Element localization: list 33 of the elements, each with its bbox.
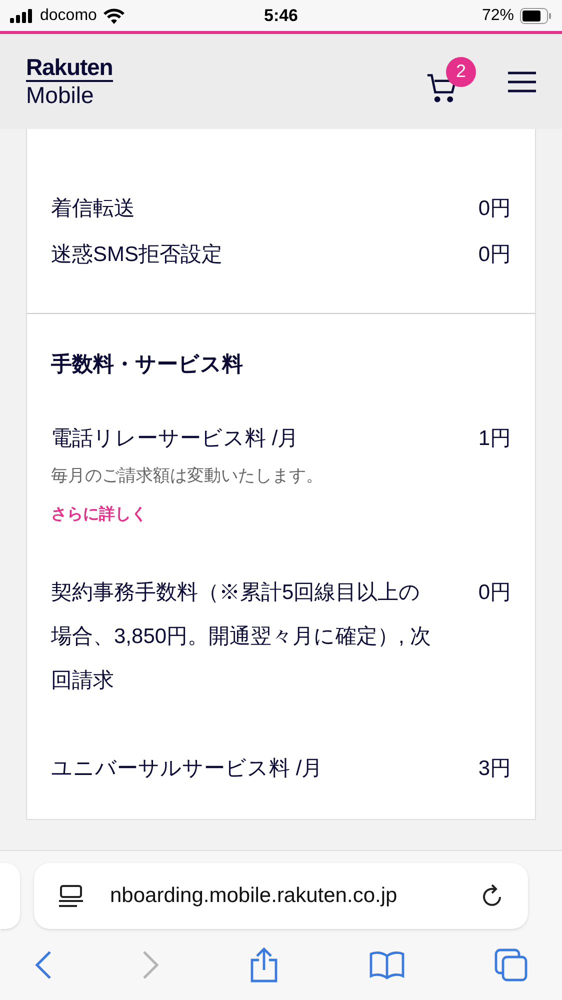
- fee-price: 0円: [478, 580, 511, 606]
- address-bar[interactable]: nboarding.mobile.rakuten.co.jp: [34, 863, 528, 929]
- cart-count-badge: 2: [446, 56, 476, 86]
- more-details-link[interactable]: さらに詳しく: [51, 502, 147, 526]
- wifi-icon: [102, 8, 125, 24]
- share-icon[interactable]: [249, 947, 279, 983]
- reader-icon[interactable]: [58, 883, 84, 909]
- url-text: nboarding.mobile.rakuten.co.jp: [110, 883, 398, 910]
- reload-icon[interactable]: [480, 883, 504, 909]
- logo-subtitle: Mobile: [26, 84, 95, 107]
- fee-label: 電話リレーサービス料 /月: [51, 426, 300, 452]
- logo-wordmark: Rakuten: [26, 56, 113, 82]
- fee-note: 毎月のご請求額は変動いたします。: [51, 465, 324, 487]
- tabs-icon[interactable]: [494, 948, 528, 982]
- signal-icon: [10, 8, 34, 22]
- battery-icon: [520, 8, 552, 24]
- rakuten-mobile-logo[interactable]: Rakuten Mobile: [26, 56, 113, 107]
- fee-price: 3円: [478, 756, 511, 782]
- menu-icon[interactable]: [508, 70, 536, 92]
- fee-label: 着信転送: [51, 196, 136, 222]
- clock: 5:46: [262, 4, 300, 27]
- battery-percent: 72%: [482, 6, 514, 26]
- fee-label: 契約事務手数料（※累計5回線目以上の場合、3,850円。開通翌々月に確定）, 次回請求: [51, 580, 432, 694]
- fee-price: 1円: [478, 426, 511, 452]
- fee-label: ユニバーサルサービス料 /月: [51, 756, 324, 782]
- back-icon[interactable]: [34, 950, 52, 980]
- fee-price: 0円: [478, 196, 511, 222]
- bookmarks-icon[interactable]: [368, 950, 404, 980]
- cart-button[interactable]: 2: [426, 56, 478, 106]
- carrier-name: docomo: [40, 6, 97, 26]
- fee-price: 0円: [478, 242, 511, 268]
- section-heading: 手数料・サービス料: [51, 353, 243, 376]
- fee-label: 迷惑SMS拒否設定: [51, 242, 224, 268]
